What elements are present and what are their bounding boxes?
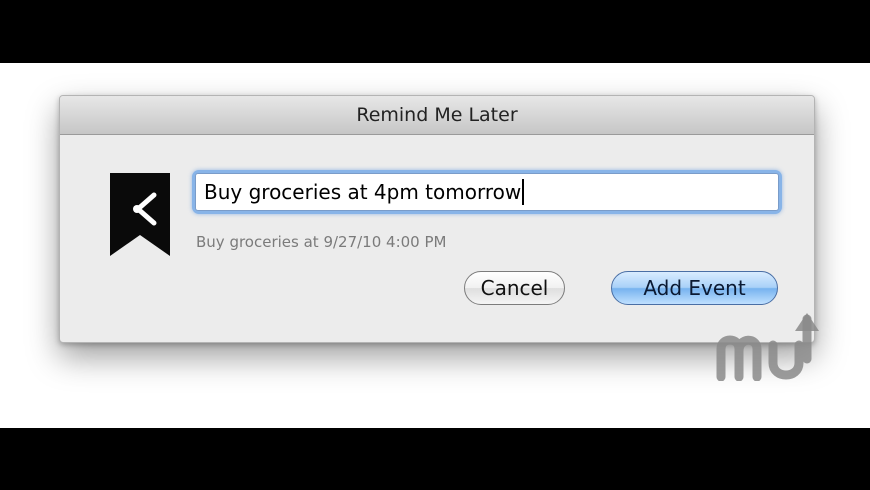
macupdate-logo	[716, 313, 819, 381]
event-text-value: Buy groceries at 4pm tomorrow	[204, 180, 522, 204]
cancel-button[interactable]: Cancel	[464, 271, 565, 305]
event-text-field[interactable]: Buy groceries at 4pm tomorrow	[195, 173, 779, 211]
window-title: Remind Me Later	[356, 104, 518, 126]
bookmark-clock-icon	[110, 173, 170, 256]
screenshot-area: Remind Me Later Buy groceries at 4pm tom…	[0, 63, 870, 428]
text-caret	[522, 179, 525, 205]
event-input-focus-ring: Buy groceries at 4pm tomorrow	[195, 173, 779, 211]
window-titlebar[interactable]: Remind Me Later	[60, 96, 814, 135]
add-event-button[interactable]: Add Event	[611, 271, 778, 305]
parsed-event-preview: Buy groceries at 9/27/10 4:00 PM	[196, 233, 447, 251]
remind-me-later-dialog: Remind Me Later Buy groceries at 4pm tom…	[59, 95, 815, 343]
